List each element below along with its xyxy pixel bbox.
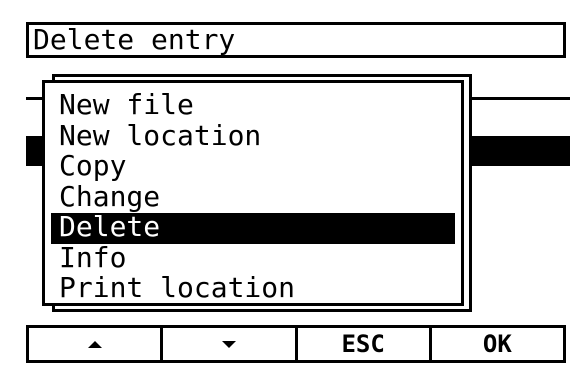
menu-item-change[interactable]: Change [51, 182, 455, 214]
menu-item-new-file[interactable]: New file [51, 91, 455, 122]
triangle-down-icon [221, 340, 236, 348]
menu-item-new-location[interactable]: New location [51, 121, 455, 153]
softkey-down-button[interactable] [163, 328, 298, 360]
menu-item-print-location[interactable]: Print location [51, 274, 455, 305]
triangle-up-icon [87, 340, 102, 348]
context-menu: New file New location Copy Change Delete… [42, 80, 464, 306]
menu-item-copy[interactable]: Copy [51, 152, 455, 183]
softkey-esc-button[interactable]: ESC [298, 328, 432, 360]
lcd-screen: Delete entry New file New location Copy … [0, 0, 584, 377]
menu-item-info[interactable]: Info [51, 243, 455, 275]
softkey-bar: ESC OK [26, 325, 566, 363]
softkey-ok-button[interactable]: OK [432, 328, 563, 360]
window-title: Delete entry [26, 22, 566, 58]
menu-item-delete[interactable]: Delete [51, 213, 455, 244]
softkey-up-button[interactable] [29, 328, 164, 360]
